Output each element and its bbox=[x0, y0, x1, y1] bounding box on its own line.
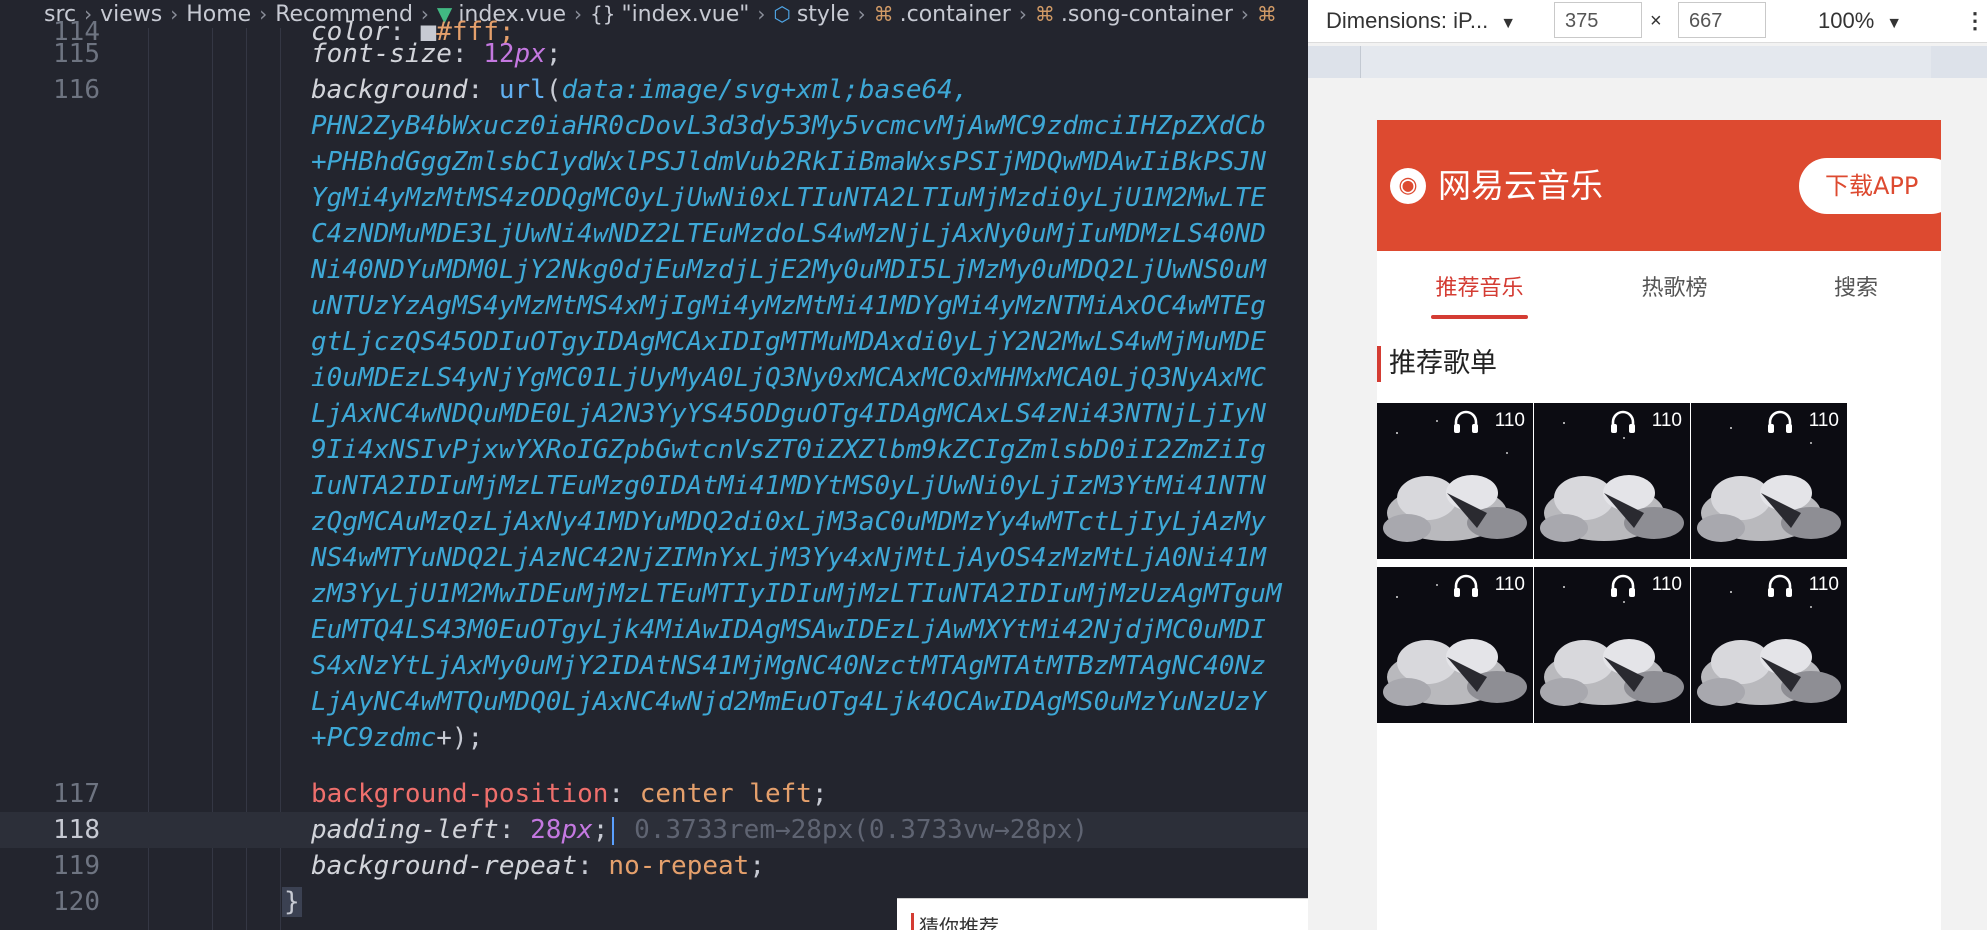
download-app-button[interactable]: 下载APP bbox=[1799, 158, 1941, 214]
code-line-wrap: +PC9zdmc+); bbox=[311, 723, 484, 753]
phone-viewport: ◉ 网易云音乐 下载APP 推荐音乐 热歌榜 搜索 推荐歌单 110 110 1… bbox=[1377, 120, 1941, 930]
code-line: 117 background-position: center left; bbox=[0, 776, 1308, 812]
code-line-wrap: LjAyNC4wMTQuMDQ0LjAxNC4wNjd2MmEuOTg4Ljk4… bbox=[311, 687, 1266, 717]
code-line-wrap: NS4wMTYuNDQ2LjAzNC42NjZIMnYxLjM3Yy4xNjMt… bbox=[311, 543, 1266, 573]
code-line-wrap: 9Ii4xNSIvPjxwYXRoIGZpbGwtcnVsZT0iZXZlbm9… bbox=[311, 435, 1266, 465]
code-line: 116 background: url(data:image/svg+xml;b… bbox=[0, 72, 1308, 108]
media-query-ruler[interactable] bbox=[1308, 46, 1987, 78]
tab-search[interactable]: 搜索 bbox=[1801, 251, 1911, 326]
line-number: 115 bbox=[53, 39, 100, 69]
ruler-segment bbox=[1360, 46, 1931, 78]
headphones-icon bbox=[1611, 410, 1635, 433]
play-count: 110 bbox=[1808, 574, 1839, 595]
zoom-select[interactable]: 100% ▼ bbox=[1818, 0, 1902, 42]
code-text: font-size: 12px; bbox=[311, 39, 562, 69]
code-line-wrap: EuMTQ4LS43M0EuOTgyLjk4MiAwIDAgMSAwIDEzLj… bbox=[311, 615, 1266, 645]
code-text: background: url(data:image/svg+xml;base6… bbox=[311, 75, 969, 105]
headphones-icon bbox=[1768, 574, 1792, 597]
line-number: 120 bbox=[53, 887, 100, 917]
code-line-wrap: zQgMCAuMzQzLjAxNy41MDYuMDQ2di0xLjM3aC0uM… bbox=[311, 507, 1266, 537]
line-number: 117 bbox=[53, 779, 100, 809]
headphones-icon bbox=[1454, 574, 1478, 597]
line-number: 118 bbox=[53, 815, 100, 845]
peek-text: 猜你推荐 bbox=[919, 915, 999, 930]
netease-logo-icon: ◉ bbox=[1390, 168, 1426, 204]
playlist-card[interactable]: 110 bbox=[1691, 567, 1847, 723]
play-count: 110 bbox=[1651, 574, 1682, 595]
code-line-wrap: S4xNzYtLjAxMy0uMjY2IDAtNS41MjMgNC40NzctM… bbox=[311, 651, 1266, 681]
peek-marker bbox=[911, 913, 914, 930]
code-line-wrap: i0uMDEzLS4yNjYgMC01LjUyMyA0LjQ3Ny0xMCAxM… bbox=[311, 363, 1266, 393]
play-count: 110 bbox=[1494, 410, 1525, 431]
code-line-wrap: gtLjczQS45ODIuOTgyIDAgMCAxIDIgMTMuMDAxdi… bbox=[311, 327, 1266, 357]
code-line: 115 font-size: 12px; bbox=[0, 36, 1308, 72]
code-line-wrap: C4zNDMuMDE3LjUwNi4wNDZ2LTEuMzdoLS4wMzNjL… bbox=[311, 219, 1266, 249]
playlist-card[interactable]: 110 bbox=[1691, 403, 1847, 559]
code-text: background-repeat: no-repeat; bbox=[311, 851, 765, 881]
code-text: background-position: center left; bbox=[311, 779, 828, 809]
width-input[interactable]: 375 bbox=[1554, 2, 1642, 38]
peek-panel[interactable]: 猜你推荐 bbox=[897, 898, 1308, 930]
tab-hot-songs[interactable]: 热歌榜 bbox=[1612, 251, 1737, 326]
code-line-current: 118 padding-left: 28px; 0.3733rem→28px(0… bbox=[0, 812, 1308, 848]
code-line-wrap: PHN2ZyB4bWxucz0iaHR0cDovL3d3dy53My5vcmcv… bbox=[311, 111, 1266, 141]
playlist-card[interactable]: 110 bbox=[1534, 403, 1690, 559]
code-text: } bbox=[282, 887, 302, 917]
caret-down-icon: ▼ bbox=[1886, 15, 1903, 32]
code-line-wrap: IuNTA2IDIuMjMzLTEuMzg0IDAtMi41MDYtMS0yLj… bbox=[311, 471, 1266, 501]
device-toolbar: Dimensions: iP... ▼ 375 × 667 100% ▼ ⋮ bbox=[1308, 0, 1987, 43]
more-options-icon[interactable]: ⋮ bbox=[1963, 0, 1987, 42]
px2rem-hint: 0.3733rem→28px(0.3733vw→28px) bbox=[634, 815, 1089, 845]
code-line-wrap: uNTUzYzAgMS4yMzMtMS4xMjIgMi4yMzMtMi41MDY… bbox=[311, 291, 1266, 321]
code-line-wrap: LjAxNC4wNDQuMDE0LjA2N3YyYS45ODguOTg4IDAg… bbox=[311, 399, 1266, 429]
caret-down-icon: ▼ bbox=[1500, 15, 1517, 32]
text-cursor bbox=[612, 816, 615, 845]
headphones-icon bbox=[1611, 574, 1635, 597]
headphones-icon bbox=[1768, 410, 1792, 433]
play-count: 110 bbox=[1494, 574, 1525, 595]
code-line-wrap: Ni40NDYuMDM0LjY2Nkg0djEuMzdjLjE2My0uMDI5… bbox=[311, 255, 1266, 285]
headphones-icon bbox=[1454, 410, 1478, 433]
device-emulation-pane: Dimensions: iP... ▼ 375 × 667 100% ▼ ⋮ ◉ 网… bbox=[1308, 0, 1987, 930]
playlist-card[interactable]: 110 bbox=[1377, 403, 1533, 559]
section-title: 推荐歌单 bbox=[1377, 346, 1497, 382]
code-line-wrap: +PHBhdGggZmlsbC1ydWxlPSJldmVub2RkIiBmaWx… bbox=[311, 147, 1266, 177]
code-line: 119 background-repeat: no-repeat; bbox=[0, 848, 1308, 884]
active-tab-underline bbox=[1431, 315, 1528, 319]
play-count: 110 bbox=[1651, 410, 1682, 431]
device-label: Dimensions: iP... bbox=[1326, 8, 1489, 33]
times-sign: × bbox=[1650, 10, 1662, 32]
code-editor[interactable]: src › views › Home › Recommend › ▼ index… bbox=[0, 0, 1308, 930]
tab-bar: 推荐音乐 热歌榜 搜索 bbox=[1377, 251, 1941, 326]
code-text: padding-left: 28px; 0.3733rem→28px(0.373… bbox=[311, 815, 1089, 845]
line-number: 116 bbox=[53, 75, 100, 105]
height-input[interactable]: 667 bbox=[1678, 2, 1766, 38]
device-select[interactable]: Dimensions: iP... ▼ bbox=[1326, 0, 1516, 42]
play-count: 110 bbox=[1808, 410, 1839, 431]
app-header: ◉ 网易云音乐 下载APP bbox=[1377, 120, 1941, 251]
zoom-label: 100% bbox=[1818, 8, 1875, 33]
app-title: 网易云音乐 bbox=[1438, 166, 1603, 205]
playlist-card[interactable]: 110 bbox=[1534, 567, 1690, 723]
playlist-card[interactable]: 110 bbox=[1377, 567, 1533, 723]
line-number: 119 bbox=[53, 851, 100, 881]
code-line-wrap: YgMi4yMzMtMS4zODQgMC0yLjUwNi0xLTIuNTA2LT… bbox=[311, 183, 1266, 213]
code-line-wrap: zM3YyLjU1M2MwIDEuMjMzLTEuMTIyIDIuMjMzLTI… bbox=[311, 579, 1282, 609]
